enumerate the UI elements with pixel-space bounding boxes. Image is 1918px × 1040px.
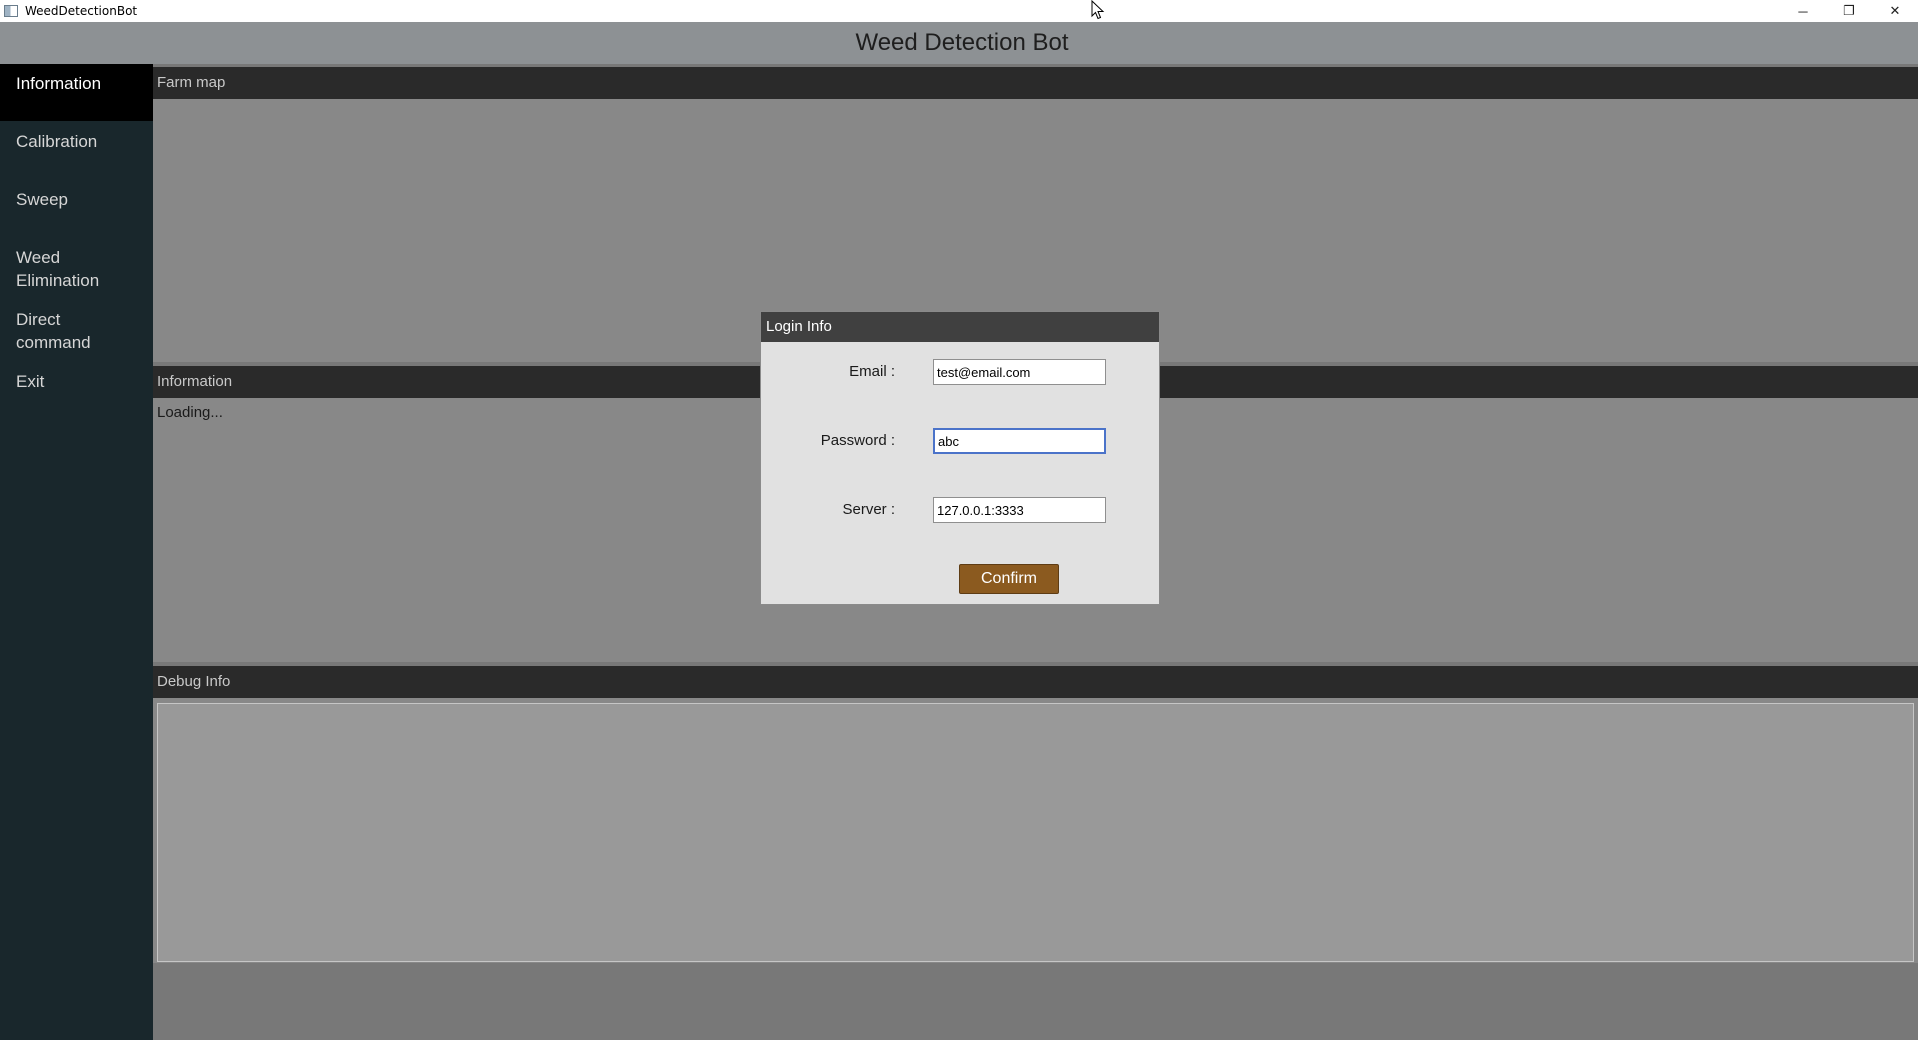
window-titlebar: WeedDetectionBot ─ ❐ ✕ [0,0,1918,22]
sidebar-item-direct-command[interactable]: Direct command [0,308,110,354]
login-dialog: Login Info Email : Password : Server : C… [760,311,1160,605]
app-icon [4,5,18,17]
confirm-button[interactable]: Confirm [959,564,1059,594]
sidebar-item-sweep[interactable]: Sweep [0,188,153,211]
server-label: Server : [842,501,895,518]
sidebar-item-calibration[interactable]: Calibration [0,130,153,153]
email-field[interactable] [933,359,1106,385]
debug-info-header: Debug Info [153,666,1918,698]
minimize-icon[interactable]: ─ [1780,0,1826,22]
sidebar-item-information[interactable]: Information [0,64,153,121]
close-icon[interactable]: ✕ [1872,0,1918,22]
debug-log-textarea[interactable] [157,703,1914,962]
password-label: Password : [820,432,895,449]
sidebar-item-exit[interactable]: Exit [0,370,153,393]
window-controls: ─ ❐ ✕ [1780,0,1918,22]
debug-info-area [153,698,1918,963]
app-title: Weed Detection Bot [855,29,1069,56]
restore-icon[interactable]: ❐ [1826,0,1872,22]
server-field[interactable] [933,497,1106,523]
loading-status: Loading... [157,404,223,421]
dialog-title: Login Info [761,312,1159,342]
sidebar-nav: Information Calibration Sweep Weed Elimi… [0,64,153,1040]
window-title: WeedDetectionBot [25,4,138,18]
password-field[interactable] [933,428,1106,454]
app-header: Weed Detection Bot [0,22,1918,64]
mouse-cursor-icon [1091,0,1105,20]
sidebar-item-weed-elimination[interactable]: Weed Elimination [0,246,120,292]
farm-map-header: Farm map [153,67,1918,99]
email-label: Email : [849,363,895,380]
